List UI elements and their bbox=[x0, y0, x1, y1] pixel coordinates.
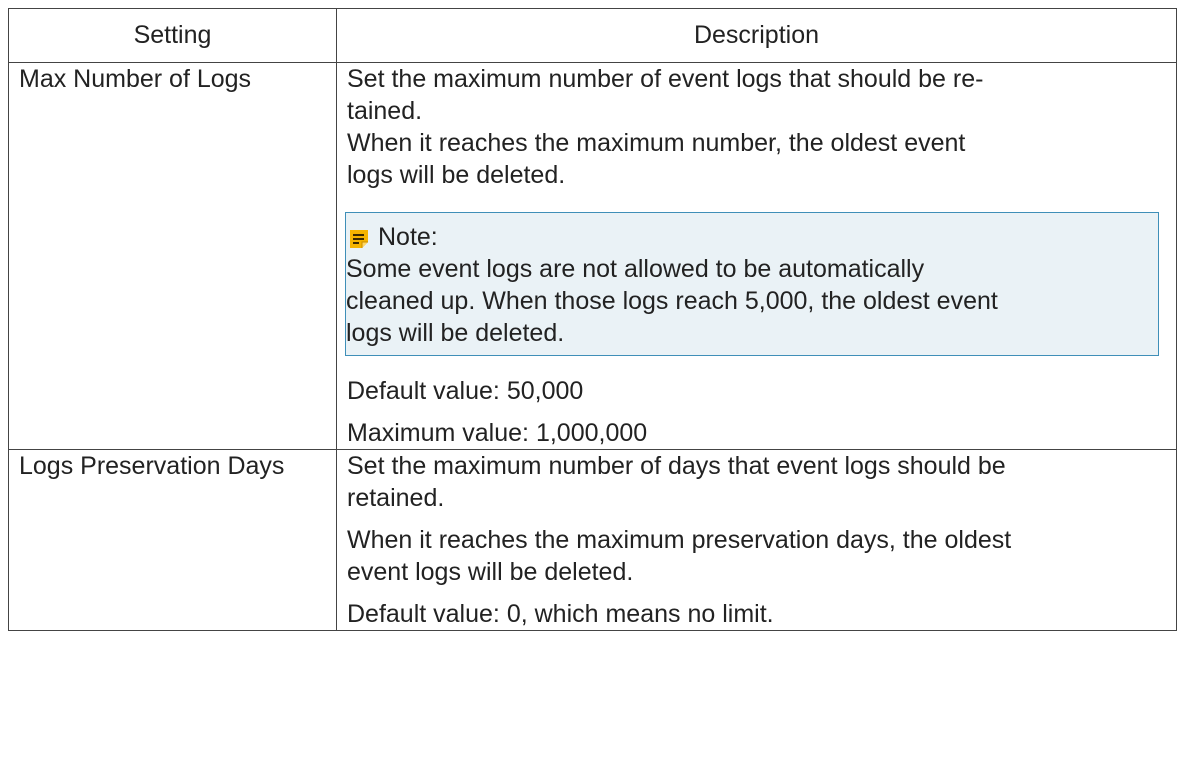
default-value: Default value: 50,000 bbox=[347, 377, 584, 405]
table-row: Logs Preservation Days Set the maximum n… bbox=[8, 449, 1177, 631]
description-cell-max-logs: Set the maximum number of event logs tha… bbox=[336, 62, 1177, 450]
note-body-line: cleaned up. When those logs reach 5,000,… bbox=[346, 287, 998, 315]
setting-name-preservation-days: Logs Preservation Days bbox=[8, 449, 337, 631]
description-line: When it reaches the maximum preservation… bbox=[347, 526, 1012, 554]
note-box: Note: Some event logs are not allowed to… bbox=[345, 212, 1159, 356]
description-line: tained. bbox=[347, 97, 423, 125]
header-description: Description bbox=[336, 8, 1177, 63]
description-line: Set the maximum number of event logs tha… bbox=[347, 65, 984, 93]
setting-name-max-logs: Max Number of Logs bbox=[8, 62, 337, 450]
note-body-line: logs will be deleted. bbox=[346, 319, 565, 347]
note-title: Note: bbox=[346, 221, 1158, 253]
description-line: logs will be deleted. bbox=[347, 161, 566, 189]
note-title-text: Note: bbox=[378, 223, 438, 251]
note-icon bbox=[348, 226, 370, 248]
description-text: Set the maximum number of event logs tha… bbox=[347, 63, 1166, 191]
table-row: Max Number of Logs Set the maximum numbe… bbox=[8, 62, 1177, 450]
description-line: retained. bbox=[347, 484, 445, 512]
header-setting: Setting bbox=[8, 8, 337, 63]
settings-table: Setting Description Max Number of Logs S… bbox=[8, 8, 1177, 631]
description-text: When it reaches the maximum preservation… bbox=[347, 524, 1166, 588]
default-value: Default value: 0, which means no limit. bbox=[347, 600, 774, 628]
description-text: Set the maximum number of days that even… bbox=[347, 450, 1166, 514]
description-line: event logs will be deleted. bbox=[347, 558, 634, 586]
table-header-row: Setting Description bbox=[8, 8, 1177, 63]
maximum-value: Maximum value: 1,000,000 bbox=[347, 419, 648, 447]
description-line: When it reaches the maximum number, the … bbox=[347, 129, 966, 157]
note-body-line: Some event logs are not allowed to be au… bbox=[346, 255, 925, 283]
note-body: Some event logs are not allowed to be au… bbox=[346, 253, 1158, 349]
description-line: Set the maximum number of days that even… bbox=[347, 452, 1006, 480]
description-cell-preservation-days: Set the maximum number of days that even… bbox=[336, 449, 1177, 631]
